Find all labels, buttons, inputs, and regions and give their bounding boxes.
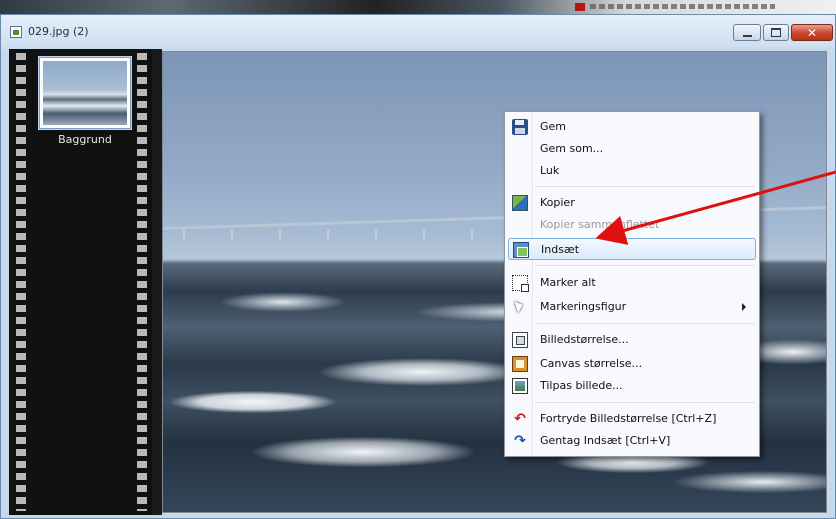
menu-item-save-as[interactable]: Gem som... [508,138,756,160]
menu-item-select-all[interactable]: Marker alt [508,272,756,294]
menu-item-label: Kopier sammenflettet [540,218,660,231]
menu-item-redo[interactable]: ↷ Gentag Indsæt [Ctrl+V] [508,430,756,452]
menu-item-save[interactable]: Gem [508,116,756,138]
menu-separator [535,323,755,324]
selection-shape-icon [512,299,528,315]
menu-item-label: Gentag Indsæt [Ctrl+V] [540,434,671,447]
menu-item-label: Gem som... [540,142,604,155]
image-file-icon [10,26,22,38]
menu-item-label: Luk [540,164,560,177]
film-perforations-right [137,53,147,511]
menu-item-label: Marker alt [540,276,596,289]
minimize-button[interactable] [733,24,761,41]
image-window: 029.jpg (2) ✕ Baggrund Gem Gem som... Lu… [0,14,836,519]
menu-item-label: Tilpas billede... [540,379,623,392]
layer-thumbnail[interactable] [39,57,131,129]
menu-item-undo[interactable]: ↶ Fortryde Billedstørrelse [Ctrl+Z] [508,408,756,430]
menu-item-label: Billedstørrelse... [540,333,629,346]
submenu-arrow-icon [742,303,746,311]
title-bar[interactable]: 029.jpg (2) ✕ [1,15,835,47]
undo-icon: ↶ [514,411,526,427]
close-button[interactable]: ✕ [791,24,833,41]
menu-item-copy[interactable]: Kopier [508,192,756,214]
menu-item-label: Gem [540,120,567,133]
menu-item-close[interactable]: Luk [508,160,756,182]
layer-thumbnail-image [43,61,127,125]
paste-icon [513,242,529,258]
menu-item-label: Indsæt [541,243,580,256]
canvas-size-icon [512,356,528,372]
copy-icon [512,195,528,211]
menu-separator [535,186,755,187]
maximize-button[interactable] [763,24,789,41]
layer-filmstrip: Baggrund [9,49,152,515]
background-text-fragment [590,4,775,9]
menu-item-fit-image[interactable]: Tilpas billede... [508,375,756,397]
background-desktop-strip [0,0,836,14]
close-icon: ✕ [806,25,818,40]
menu-separator [535,265,755,266]
film-perforations-edge [152,49,162,515]
image-size-icon [512,332,528,348]
menu-item-label: Canvas størrelse... [540,357,643,370]
fit-image-icon [512,378,528,394]
select-all-icon [512,275,529,292]
menu-item-selection-shape[interactable]: Markeringsfigur [508,296,756,318]
menu-item-paste[interactable]: Indsæt [508,238,756,260]
menu-item-label: Fortryde Billedstørrelse [Ctrl+Z] [540,412,717,425]
menu-item-label: Markeringsfigur [540,300,627,313]
menu-separator [535,402,755,403]
layer-label: Baggrund [58,133,112,146]
menu-item-canvas-size[interactable]: Canvas størrelse... [508,353,756,375]
menu-item-copy-merged: Kopier sammenflettet [508,214,756,236]
context-menu: Gem Gem som... Luk Kopier Kopier sammenf… [504,111,760,457]
save-icon [512,119,528,135]
window-title: 029.jpg (2) [28,25,89,38]
menu-item-image-size[interactable]: Billedstørrelse... [508,329,756,351]
redo-icon: ↷ [514,433,526,449]
menu-item-label: Kopier [540,196,575,209]
background-red-mark [575,3,585,11]
film-perforations-left [16,53,26,511]
